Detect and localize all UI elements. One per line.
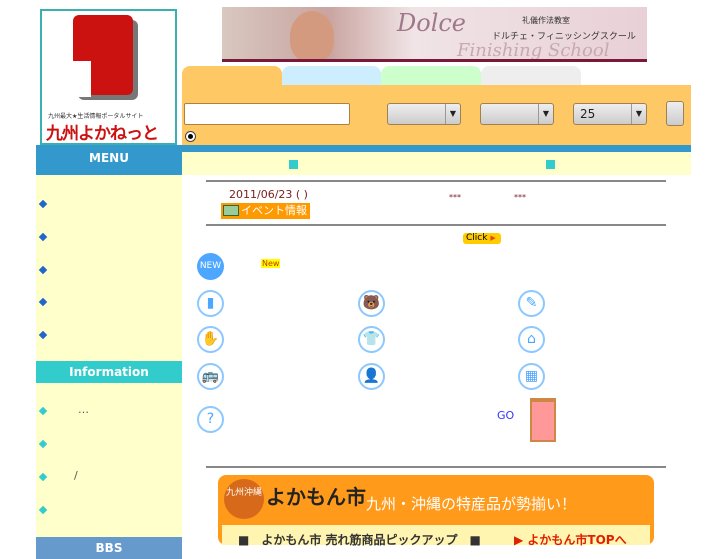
event-info-badge[interactable]: イベント情報 (221, 203, 310, 219)
bus-icon[interactable]: 🚌 (197, 363, 224, 390)
search-radio[interactable] (185, 131, 196, 142)
banner-title: Dolce (397, 9, 467, 37)
yokamon-top-link[interactable]: ▶ よかもん市TOPへ (514, 531, 627, 548)
select-count[interactable]: 25 ▼ (573, 103, 647, 125)
chevron-down-icon: ▼ (538, 104, 553, 124)
square-bullet-icon (289, 160, 298, 169)
info-bullet-icon (38, 439, 48, 449)
popsicle-icon[interactable]: ▮ (197, 290, 224, 317)
banner-subtitle: 礼儀作法教室 (522, 16, 570, 25)
yokamon-pickup: ■ よかもん市 売れ筋商品ピックアップ ■ (238, 533, 481, 547)
menu-item-2[interactable] (38, 232, 48, 242)
info-item-1[interactable]: … (78, 403, 89, 416)
click-button[interactable]: Click ▶ (463, 233, 501, 244)
select-count-value: 25 (580, 107, 596, 121)
sidebar: MENU Information … / BBS (36, 147, 182, 559)
sub-nav-strip (182, 152, 691, 175)
house-icon[interactable]: ⌂ (518, 326, 545, 353)
menu-item-1[interactable] (38, 199, 48, 209)
bear-icon[interactable]: 🐻 (358, 290, 385, 317)
menu-header: MENU (36, 147, 182, 175)
shirt-icon[interactable]: 👕 (358, 326, 385, 353)
info-bullet-icon (38, 472, 48, 482)
event-info-label: イベント情報 (241, 204, 307, 217)
chevron-down-icon: ▼ (445, 104, 460, 124)
tab-2[interactable] (282, 66, 381, 86)
search-button[interactable] (666, 101, 684, 126)
news-dots: *** (514, 193, 526, 202)
calendar-icon (223, 205, 239, 216)
tab-4[interactable] (481, 66, 581, 86)
info-bullet-icon (38, 406, 48, 416)
divider (206, 466, 666, 468)
menu-item-4[interactable] (38, 297, 48, 307)
new-tag: New (261, 259, 281, 268)
banner-script: Finishing School (457, 40, 610, 61)
yokamon-name: よかもん市 (266, 485, 366, 509)
news-dots: *** (449, 193, 461, 202)
divider (206, 224, 666, 226)
site-logo[interactable]: 九州最大★生活情報ポータルサイト 九州よかねっと (40, 9, 177, 145)
arrow-right-icon: ▶ (490, 234, 496, 242)
tab-1[interactable] (182, 66, 282, 86)
logo-name: 九州よかねっと (46, 124, 159, 144)
click-label: Click (466, 233, 488, 243)
logo-mark-cutout (73, 61, 91, 97)
info-bullet-icon (38, 505, 48, 515)
menu-item-3[interactable] (38, 265, 48, 275)
information-header: Information (36, 361, 182, 383)
search-input[interactable] (184, 103, 350, 125)
yokamon-banner[interactable]: 九州沖縄 よかもん市 九州・沖縄の特産品が勢揃い！ ■ よかもん市 売れ筋商品ピ… (218, 475, 654, 548)
go-label[interactable]: GO (497, 409, 514, 422)
yokamon-tagline: 九州・沖縄の特産品が勢揃い！ (366, 495, 577, 513)
select-1[interactable]: ▼ (387, 103, 461, 125)
divider (206, 180, 666, 182)
bbs-header: BBS (36, 537, 182, 559)
yokamon-circle-logo: 九州沖縄 (224, 479, 264, 519)
square-bullet-icon (546, 160, 555, 169)
info-item-3[interactable]: / (74, 469, 78, 482)
tab-3[interactable] (381, 66, 481, 86)
door-icon[interactable] (530, 398, 556, 442)
new-icon: NEW (197, 253, 224, 280)
pencil-icon[interactable]: ✎ (518, 290, 545, 317)
building-icon[interactable]: ▦ (518, 363, 545, 390)
news-date: 2011/06/23 ( ) (229, 188, 308, 201)
banner-photo (290, 11, 334, 62)
banner-strip (222, 59, 647, 62)
hand-icon[interactable]: ✋ (197, 326, 224, 353)
person-icon[interactable]: 👤 (358, 363, 385, 390)
menu-item-5[interactable] (38, 330, 48, 340)
chevron-down-icon: ▼ (631, 104, 646, 124)
ad-banner[interactable]: Dolce 礼儀作法教室 ドルチェ・フィニッシングスクール Finishing … (222, 7, 647, 62)
search-panel: ▼ ▼ 25 ▼ (182, 85, 691, 145)
select-2[interactable]: ▼ (480, 103, 554, 125)
question-icon[interactable]: ? (197, 406, 224, 433)
